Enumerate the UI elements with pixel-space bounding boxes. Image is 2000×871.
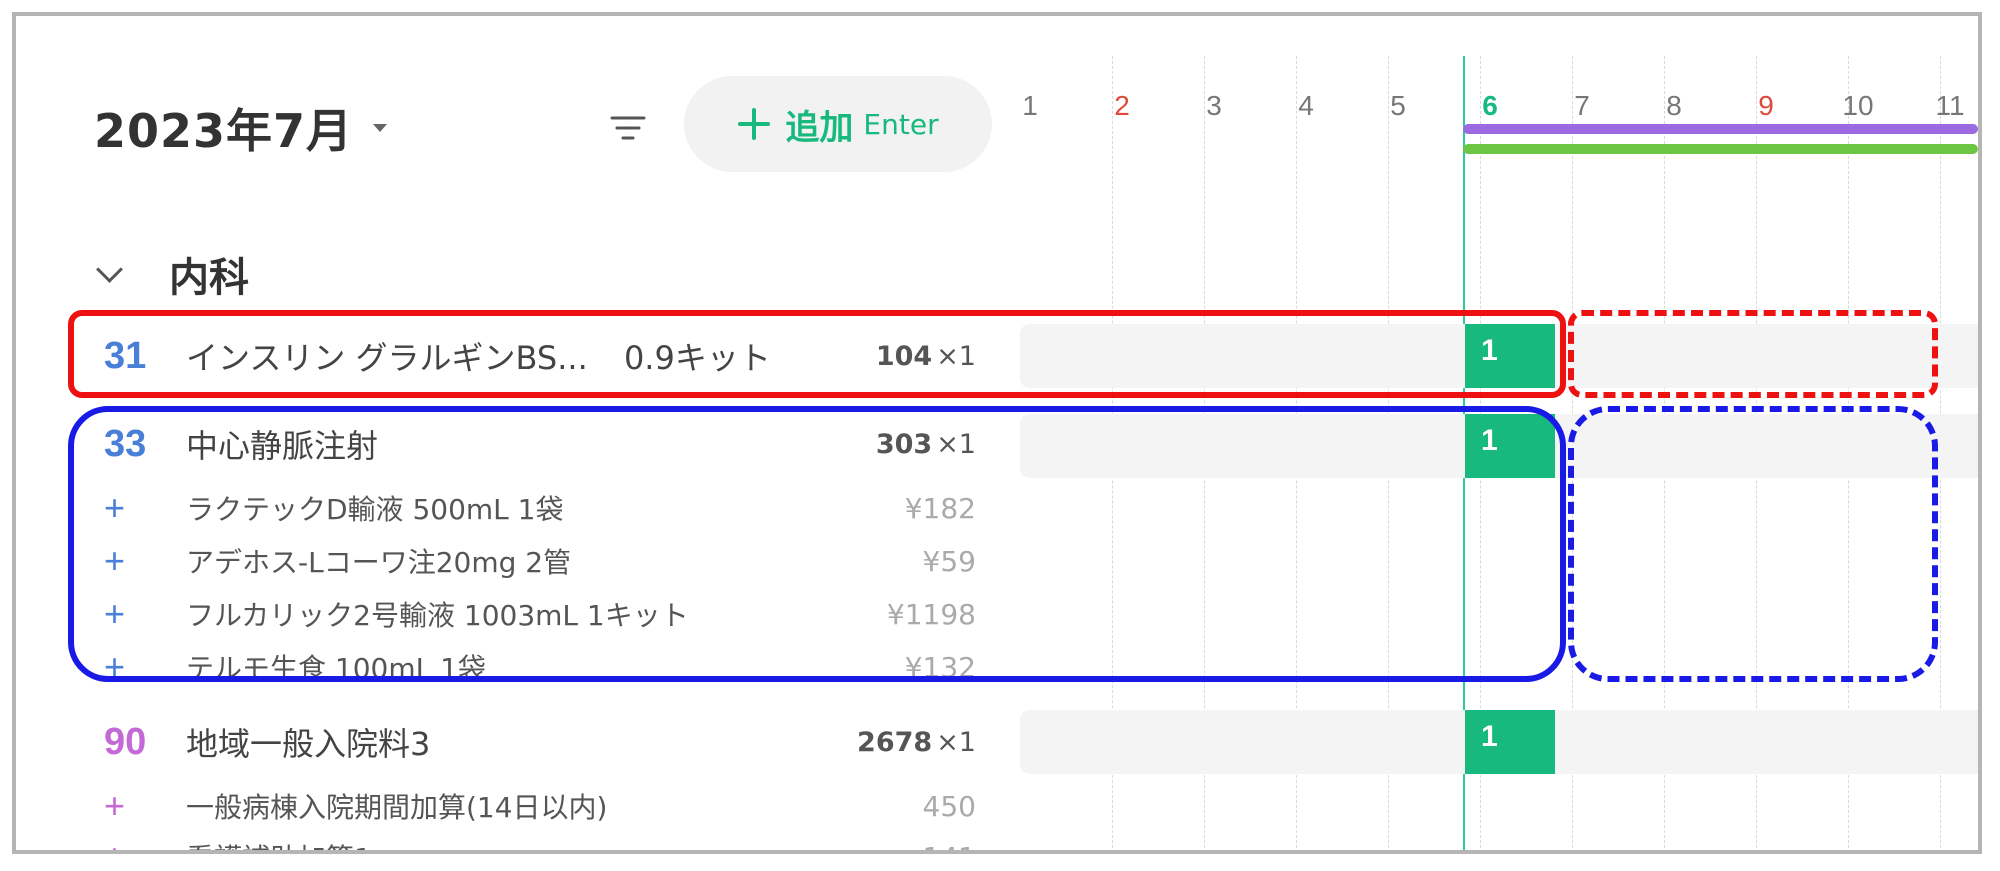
day-label[interactable]: 7 [1547, 90, 1617, 122]
day-label[interactable]: 5 [1363, 90, 1433, 122]
day-label[interactable]: 6 [1455, 90, 1525, 122]
order-row[interactable]: 33 中心静脈注射 303 ×1 [76, 414, 976, 474]
item-price: 141 [923, 841, 976, 851]
filter-button[interactable] [600, 100, 656, 156]
order-row[interactable]: 31 インスリン グラルギンBS... 0.9キット 104 ×1 [76, 326, 976, 386]
add-label: 追加 [785, 107, 854, 148]
caret-down-icon [373, 124, 388, 132]
item-name: 一般病棟入院期間加算(14日以内) [186, 791, 608, 824]
order-item[interactable]: + ラクテックD輸液 500mL 1袋 ¥182 [76, 484, 976, 532]
plus-icon: + [104, 540, 126, 581]
group-title: 内科 [169, 255, 249, 301]
item-price: ¥132 [904, 650, 976, 684]
add-shortcut-hint: Enter [863, 107, 939, 141]
plus-icon: + [104, 487, 126, 528]
order-cell-today[interactable]: 1 [1465, 414, 1555, 478]
plus-icon [738, 108, 771, 140]
add-button[interactable]: 追加 Enter [684, 76, 992, 172]
range-bar-purple [1463, 124, 1978, 134]
order-quantity: 0.9キット [623, 339, 771, 377]
day-label[interactable]: 11 [1915, 90, 1978, 122]
order-item[interactable]: + アデホス-Lコーワ注20mg 2管 ¥59 [76, 537, 976, 585]
item-price: ¥59 [922, 544, 976, 578]
day-label[interactable]: 4 [1271, 90, 1341, 122]
plus-icon: + [104, 646, 126, 687]
app-frame: 2023年7月 追加 Enter 内科 1 31 インスリン グラルギンBS..… [12, 12, 1982, 854]
order-multiplier: ×1 [936, 726, 976, 758]
month-picker[interactable]: 2023年7月 [94, 98, 388, 158]
plus-icon: + [104, 785, 126, 826]
order-code: 90 [104, 720, 147, 763]
order-cell-today[interactable]: 1 [1465, 324, 1555, 388]
order-code: 31 [104, 334, 147, 377]
filter-icon [610, 116, 646, 140]
order-name-text: インスリン グラルギンBS... [186, 339, 588, 377]
order-points: 2678 [857, 726, 933, 758]
item-price: ¥1198 [886, 597, 976, 631]
item-name: フルカリック2号輸液 1003mL 1キット [186, 599, 689, 632]
order-name: 中心静脈注射 [186, 427, 379, 465]
month-label: 2023年7月 [94, 104, 354, 158]
order-multiplier: ×1 [936, 340, 976, 372]
item-name: テルモ生食 100mL 1袋 [186, 652, 486, 685]
item-name: 看護補助加算1 [186, 837, 923, 850]
order-item[interactable]: + テルモ生食 100mL 1袋 ¥132 [76, 643, 976, 691]
item-name: アデホス-Lコーワ注20mg 2管 [186, 546, 572, 579]
day-label[interactable]: 10 [1823, 90, 1893, 122]
order-points: 104 [875, 340, 933, 372]
item-price: 450 [922, 789, 976, 823]
chevron-down-icon [96, 255, 123, 283]
order-code: 33 [104, 422, 147, 465]
item-price: ¥182 [904, 491, 976, 525]
plus-icon: + [76, 836, 186, 850]
range-bar-green [1463, 144, 1978, 154]
item-name: ラクテックD輸液 500mL 1袋 [186, 493, 564, 526]
order-item[interactable]: + 看護補助加算1 141 [76, 833, 976, 851]
day-label[interactable]: 3 [1179, 90, 1249, 122]
order-item[interactable]: + フルカリック2号輸液 1003mL 1キット ¥1198 [76, 590, 976, 638]
order-cell-today[interactable]: 1 [1465, 710, 1555, 774]
order-name: インスリン グラルギンBS... 0.9キット [186, 333, 832, 379]
day-label[interactable]: 1 [995, 90, 1065, 122]
day-label[interactable]: 8 [1639, 90, 1709, 122]
order-points: 303 [875, 428, 933, 460]
order-row[interactable]: 90 地域一般入院料3 2678 ×1 [76, 712, 976, 772]
day-label[interactable]: 2 [1087, 90, 1157, 122]
order-multiplier: ×1 [936, 428, 976, 460]
day-label[interactable]: 9 [1731, 90, 1801, 122]
order-name: 地域一般入院料3 [186, 725, 431, 763]
group-header-internal-medicine[interactable]: 内科 [96, 246, 249, 302]
order-item[interactable]: + 一般病棟入院期間加算(14日以内) 450 [76, 782, 976, 830]
plus-icon: + [104, 593, 126, 634]
